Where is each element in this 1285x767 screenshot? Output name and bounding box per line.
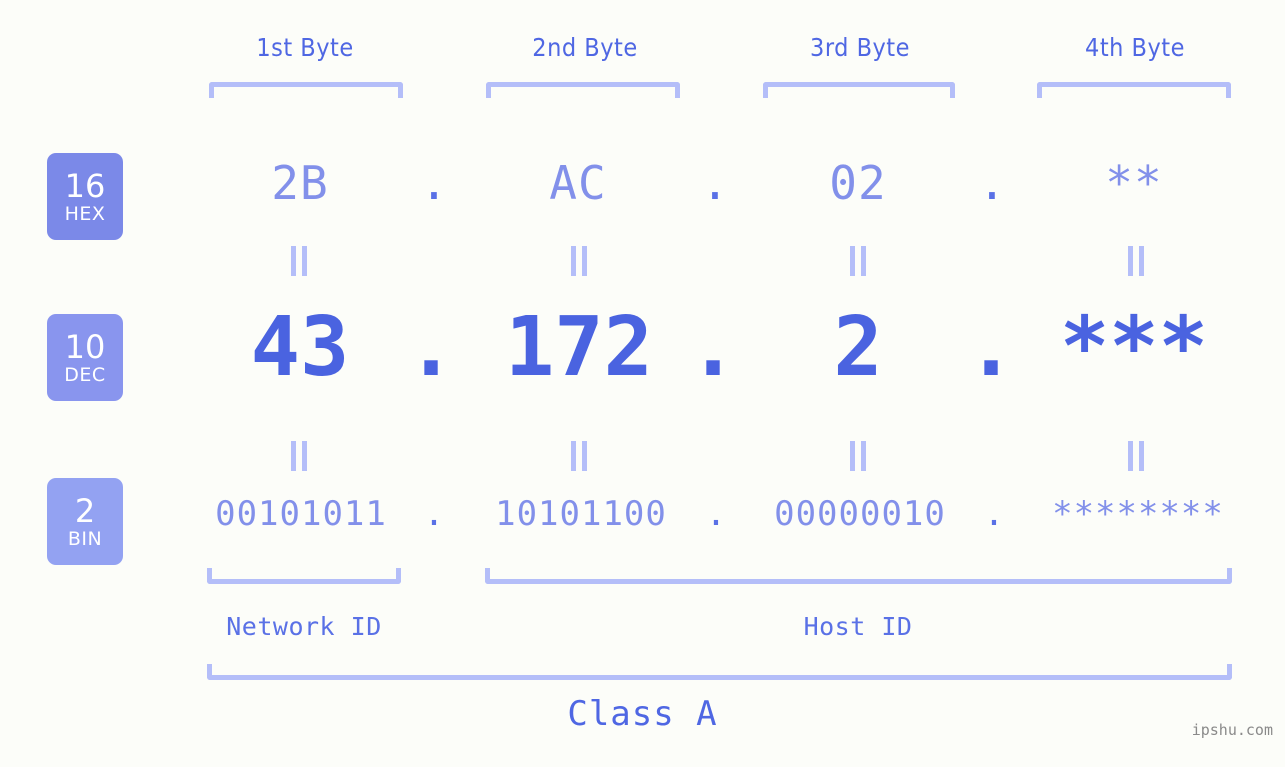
byte-bracket-top-3	[763, 82, 955, 98]
byte-bracket-top-4	[1037, 82, 1231, 98]
dec-separator-2: .	[688, 300, 738, 395]
byte-header-2: 2nd Byte	[532, 33, 638, 62]
bin-byte-1: 00101011	[215, 494, 387, 534]
equals-marker-1-top	[291, 246, 308, 276]
network-id-bracket	[207, 568, 401, 584]
base-badge-dec: 10 DEC	[47, 314, 123, 401]
host-id-bracket	[485, 568, 1232, 584]
hex-byte-4: **	[1105, 156, 1163, 210]
base-badge-hex-abbr: HEX	[64, 202, 106, 225]
equals-marker-4-top	[1128, 246, 1145, 276]
equals-marker-2-top	[571, 246, 588, 276]
site-watermark: ipshu.com	[1191, 721, 1273, 739]
equals-marker-4-bottom	[1128, 441, 1145, 471]
hex-byte-1: 2B	[271, 156, 329, 210]
bin-byte-4: ********	[1052, 494, 1224, 534]
base-badge-hex: 16 HEX	[47, 153, 123, 240]
byte-bracket-top-1	[209, 82, 403, 98]
dec-byte-2: 172	[504, 300, 654, 395]
class-label: Class A	[567, 694, 718, 734]
equals-marker-3-bottom	[850, 441, 867, 471]
base-badge-dec-number: 10	[64, 327, 106, 366]
bin-separator-1: .	[423, 494, 445, 534]
byte-header-4: 4th Byte	[1085, 33, 1185, 62]
dec-byte-1: 43	[250, 300, 350, 395]
bin-byte-3: 00000010	[774, 494, 946, 534]
dec-byte-3: 2	[833, 300, 883, 395]
byte-header-1: 1st Byte	[256, 33, 354, 62]
hex-byte-3: 02	[829, 156, 887, 210]
base-badge-hex-number: 16	[64, 166, 106, 205]
equals-marker-2-bottom	[571, 441, 588, 471]
hex-separator-3: .	[978, 156, 1006, 210]
bin-separator-3: .	[983, 494, 1005, 534]
hex-separator-2: .	[701, 156, 729, 210]
equals-marker-3-top	[850, 246, 867, 276]
base-badge-bin-number: 2	[74, 491, 96, 530]
byte-header-3: 3rd Byte	[810, 33, 910, 62]
dec-separator-1: .	[406, 300, 456, 395]
class-bracket	[207, 664, 1232, 680]
base-badge-bin-abbr: BIN	[67, 527, 103, 550]
host-id-label: Host ID	[803, 612, 913, 641]
base-badge-dec-abbr: DEC	[64, 363, 106, 386]
dec-separator-3: .	[966, 300, 1016, 395]
network-id-label: Network ID	[226, 612, 382, 641]
base-badge-bin: 2 BIN	[47, 478, 123, 565]
ip-breakdown-diagram: 1st Byte 2nd Byte 3rd Byte 4th Byte 16 H…	[0, 0, 1285, 767]
bin-byte-2: 10101100	[495, 494, 667, 534]
hex-byte-2: AC	[549, 156, 607, 210]
dec-byte-4: ***	[1059, 300, 1209, 395]
hex-separator-1: .	[420, 156, 448, 210]
bin-separator-2: .	[705, 494, 727, 534]
equals-marker-1-bottom	[291, 441, 308, 471]
byte-bracket-top-2	[486, 82, 680, 98]
